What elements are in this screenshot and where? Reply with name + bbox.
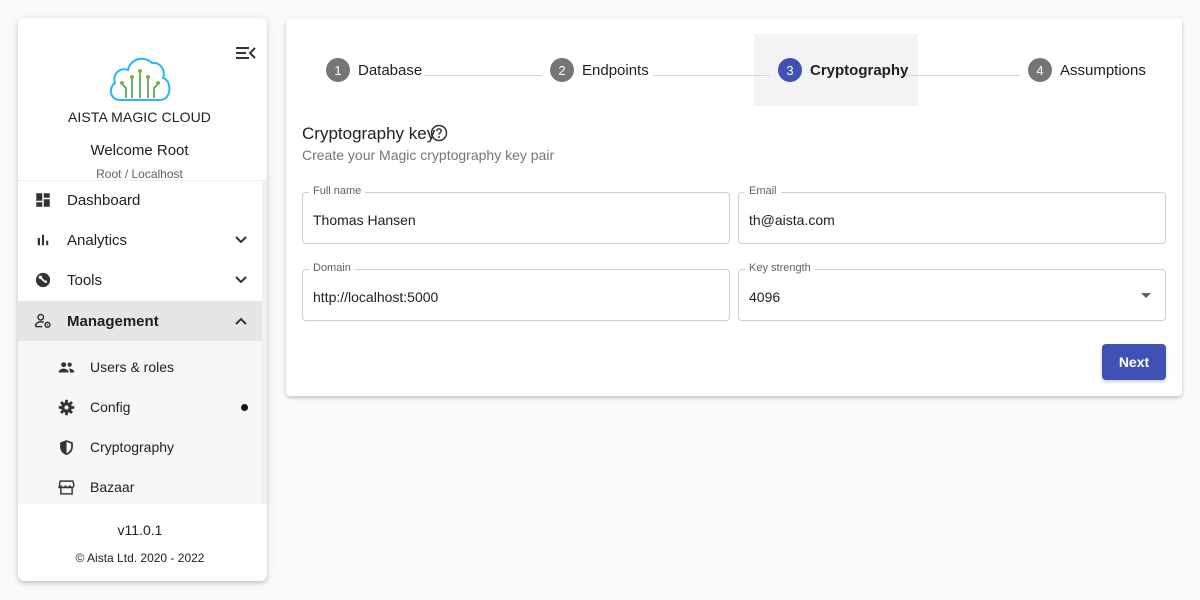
manage-accounts-icon xyxy=(34,313,51,328)
step-number: 2 xyxy=(550,58,574,82)
copyright-text: © Aista Ltd. 2020 - 2022 xyxy=(75,551,205,565)
stepper-connector xyxy=(424,75,542,76)
shield-icon xyxy=(60,439,73,455)
sidebar-item-label: Config xyxy=(90,399,131,415)
key-strength-value: 4096 xyxy=(749,289,781,305)
step-database[interactable]: 1 Database xyxy=(326,58,422,82)
step-number: 4 xyxy=(1028,58,1052,82)
step-number: 3 xyxy=(778,58,802,82)
next-button[interactable]: Next xyxy=(1102,344,1166,380)
sidebar-item-label: Management xyxy=(67,312,159,330)
sidebar-item-label: Analytics xyxy=(67,231,128,249)
notification-dot xyxy=(241,403,248,411)
collapse-menu-icon[interactable] xyxy=(235,43,257,63)
tools-icon xyxy=(35,272,51,288)
step-assumptions[interactable]: 4 Assumptions xyxy=(1028,58,1146,82)
step-label: Assumptions xyxy=(1060,61,1146,79)
sidebar-item-label: Bazaar xyxy=(90,479,135,495)
email-input[interactable] xyxy=(749,212,1129,228)
sidebar-scrollbar[interactable] xyxy=(262,180,267,504)
key-strength-select[interactable]: Key strength 4096 xyxy=(738,262,1166,321)
dashboard-icon xyxy=(36,193,50,207)
dropdown-arrow-icon xyxy=(1141,293,1151,298)
step-cryptography[interactable]: 3 Cryptography xyxy=(778,58,908,82)
chevron-up-icon xyxy=(235,317,247,325)
cloud-logo-icon xyxy=(106,54,174,104)
welcome-text: Welcome Root xyxy=(90,142,189,159)
sidebar-item-users-roles[interactable]: Users & roles xyxy=(18,347,262,387)
sidebar-item-bazaar[interactable]: Bazaar xyxy=(18,467,262,507)
help-icon[interactable] xyxy=(430,124,448,142)
field-label: Domain xyxy=(309,262,355,274)
sidebar-item-tools[interactable]: Tools xyxy=(18,260,262,300)
domain-field[interactable]: Domain xyxy=(302,262,730,321)
step-number: 1 xyxy=(326,58,350,82)
environment-text: Root / Localhost xyxy=(96,167,183,181)
field-label: Email xyxy=(745,185,781,197)
full-name-input[interactable] xyxy=(313,212,693,228)
step-label: Cryptography xyxy=(810,61,909,79)
field-label: Full name xyxy=(309,185,366,197)
management-submenu: Users & roles Config Cryptography Bazaar xyxy=(18,341,262,504)
section-description: Create your Magic cryptography key pair xyxy=(302,147,555,163)
sidebar-item-dashboard[interactable]: Dashboard xyxy=(18,180,262,220)
step-endpoints[interactable]: 2 Endpoints xyxy=(550,58,649,82)
brand-name: AISTA MAGIC CLOUD xyxy=(67,109,212,125)
sidebar-item-management[interactable]: Management xyxy=(18,301,262,341)
step-label: Endpoints xyxy=(582,61,649,79)
sidebar-item-label: Tools xyxy=(67,271,103,289)
section-title: Cryptography key xyxy=(302,124,436,143)
step-label: Database xyxy=(358,61,423,79)
people-icon xyxy=(58,361,75,372)
sidebar-item-label: Cryptography xyxy=(90,439,175,455)
domain-input[interactable] xyxy=(313,289,693,305)
email-field[interactable]: Email xyxy=(738,185,1166,244)
sidebar-item-analytics[interactable]: Analytics xyxy=(18,220,262,260)
sidebar: AISTA MAGIC CLOUD Welcome Root Root / Lo… xyxy=(18,18,267,581)
chevron-down-icon xyxy=(235,236,247,244)
bar-chart-icon xyxy=(37,234,49,246)
sidebar-item-label: Users & roles xyxy=(90,359,175,375)
sidebar-item-config[interactable]: Config xyxy=(18,387,262,427)
sidebar-item-label: Dashboard xyxy=(67,191,141,209)
stepper-connector xyxy=(653,75,770,76)
field-label: Key strength xyxy=(745,262,815,274)
setup-wizard-card: 1 Database 2 Endpoints 3 Cryptography 4 … xyxy=(286,18,1182,396)
version-text: v11.0.1 xyxy=(117,522,163,538)
sidebar-item-cryptography[interactable]: Cryptography xyxy=(18,427,262,467)
gear-icon xyxy=(58,399,75,415)
chevron-down-icon xyxy=(235,276,247,284)
full-name-field[interactable]: Full name xyxy=(302,185,730,244)
store-icon xyxy=(58,479,75,495)
stepper-connector xyxy=(901,75,1020,76)
